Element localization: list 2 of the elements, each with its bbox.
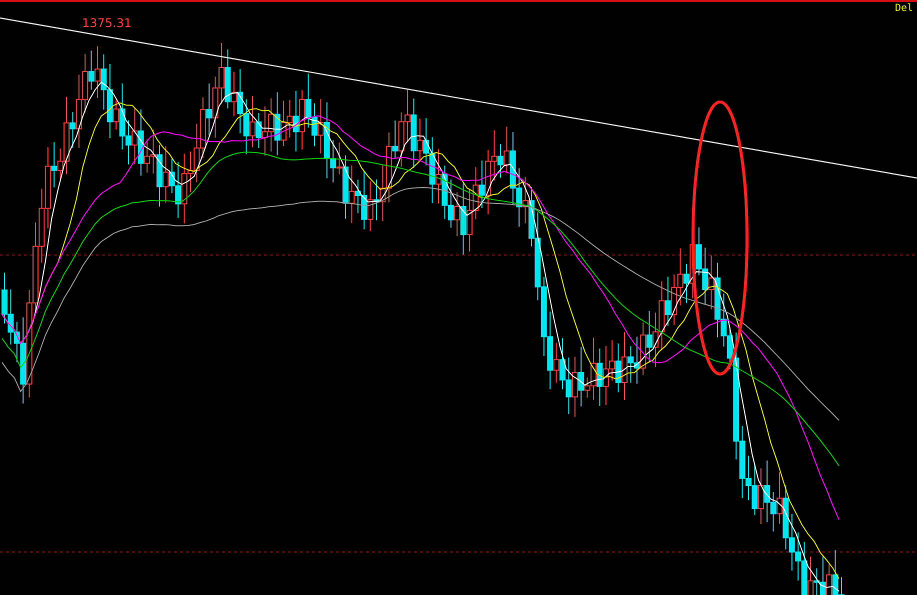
peak-price-label: 1375.31 <box>82 16 132 30</box>
corner-label: Del <box>894 3 913 15</box>
